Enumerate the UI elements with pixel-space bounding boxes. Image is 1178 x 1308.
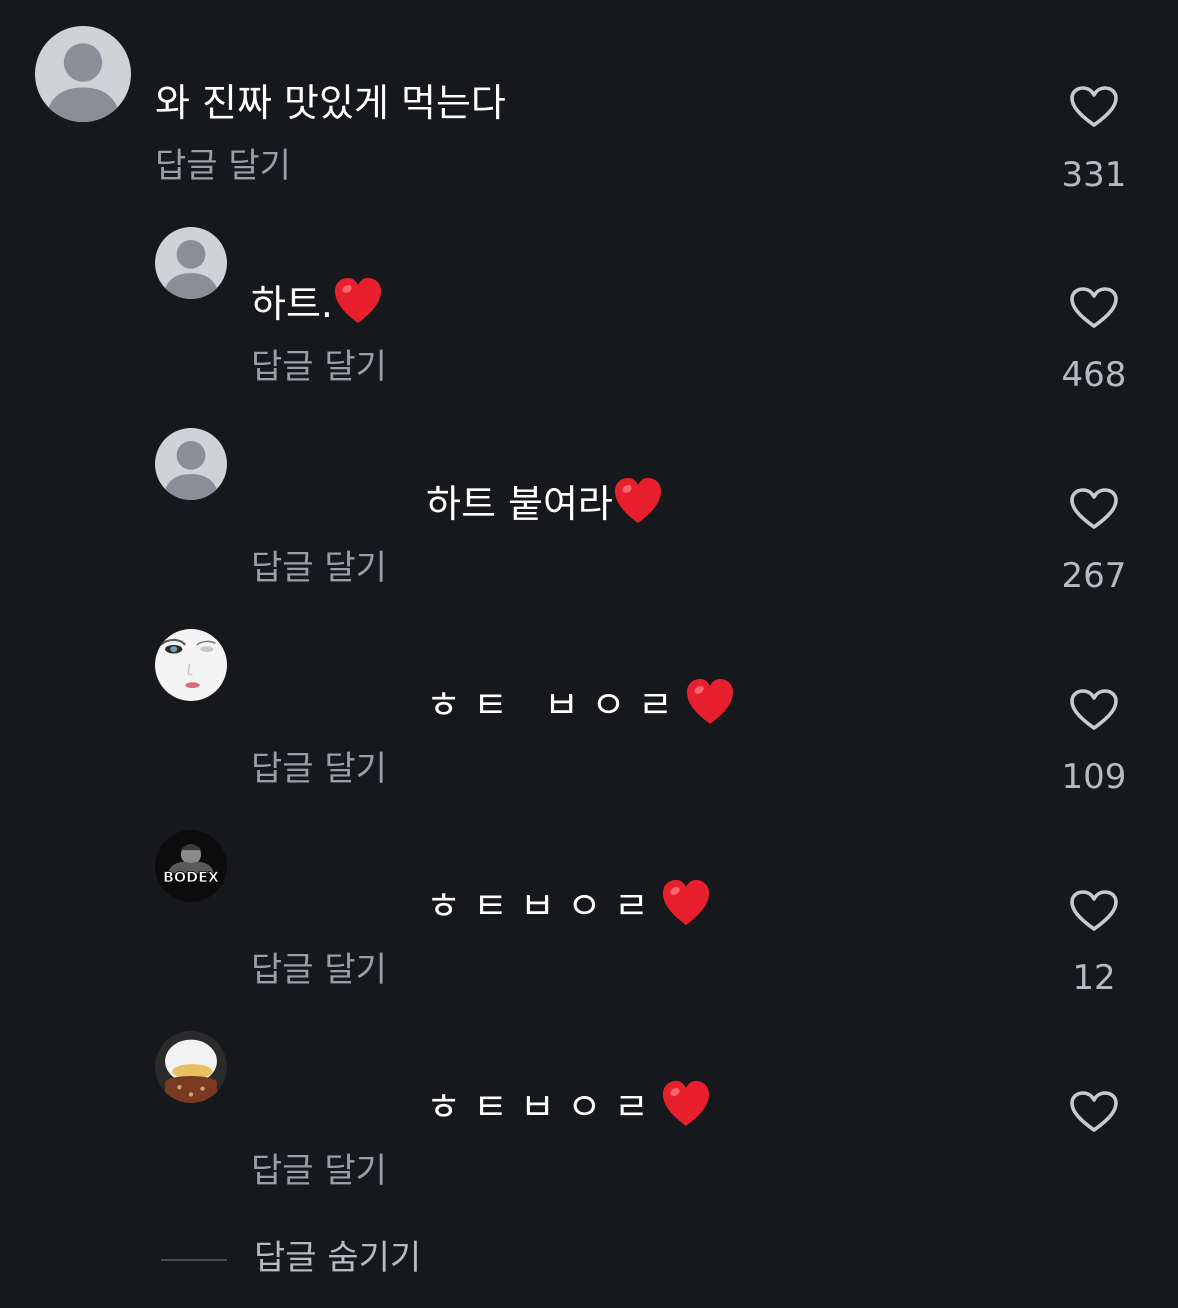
comment-text: ㅎㅌㅂㅇㄹ: [426, 883, 711, 929]
red-heart-emoji-icon: [333, 277, 383, 327]
avatar[interactable]: [155, 227, 227, 299]
like-count: 331: [1061, 155, 1127, 195]
avatar[interactable]: [35, 26, 131, 122]
white-face-avatar-icon: [155, 629, 227, 701]
red-heart-emoji-icon: [613, 477, 663, 527]
reply-button[interactable]: 답글 달기: [251, 347, 387, 387]
like-count: 12: [1072, 958, 1116, 998]
duck-character-avatar-icon: [155, 1031, 227, 1103]
hide-replies-button[interactable]: 답글 숨기기: [254, 1238, 421, 1278]
reply-button[interactable]: 답글 달기: [251, 749, 387, 789]
heart-outline-icon[interactable]: [1069, 1090, 1119, 1134]
avatar[interactable]: [155, 1031, 227, 1103]
default-avatar-icon: [155, 227, 227, 299]
heart-outline-icon[interactable]: [1069, 688, 1119, 732]
bodex-logo-avatar-icon: BODEX: [155, 830, 227, 902]
comment-text: 와 진짜 맛있게 먹는다: [155, 81, 506, 125]
avatar[interactable]: [155, 428, 227, 500]
reply-button[interactable]: 답글 달기: [251, 950, 387, 990]
reply-button[interactable]: 답글 달기: [155, 146, 291, 186]
heart-outline-icon[interactable]: [1069, 889, 1119, 933]
red-heart-emoji-icon: [685, 678, 735, 728]
default-avatar-icon: [155, 428, 227, 500]
comment-text: ㅎㅌㅂㅇㄹ: [426, 1084, 711, 1130]
default-avatar-icon: [35, 26, 131, 122]
reply-button[interactable]: 답글 달기: [251, 1151, 387, 1191]
avatar[interactable]: BODEX: [155, 830, 227, 902]
like-count: 267: [1061, 556, 1127, 596]
hide-replies-divider: [161, 1259, 227, 1261]
svg-text:BODEX: BODEX: [163, 870, 219, 886]
comment-text: 하트.: [251, 281, 383, 327]
red-heart-emoji-icon: [661, 879, 711, 929]
comment-text: 하트 붙여라: [426, 481, 663, 527]
like-count: 109: [1061, 757, 1127, 797]
heart-outline-icon[interactable]: [1069, 487, 1119, 531]
reply-button[interactable]: 답글 달기: [251, 548, 387, 588]
avatar[interactable]: [155, 629, 227, 701]
red-heart-emoji-icon: [661, 1080, 711, 1130]
heart-outline-icon[interactable]: [1069, 85, 1119, 129]
like-count: 468: [1061, 355, 1127, 395]
heart-outline-icon[interactable]: [1069, 286, 1119, 330]
comment-text: ㅎㅌ ㅂㅇㄹ: [426, 682, 735, 728]
